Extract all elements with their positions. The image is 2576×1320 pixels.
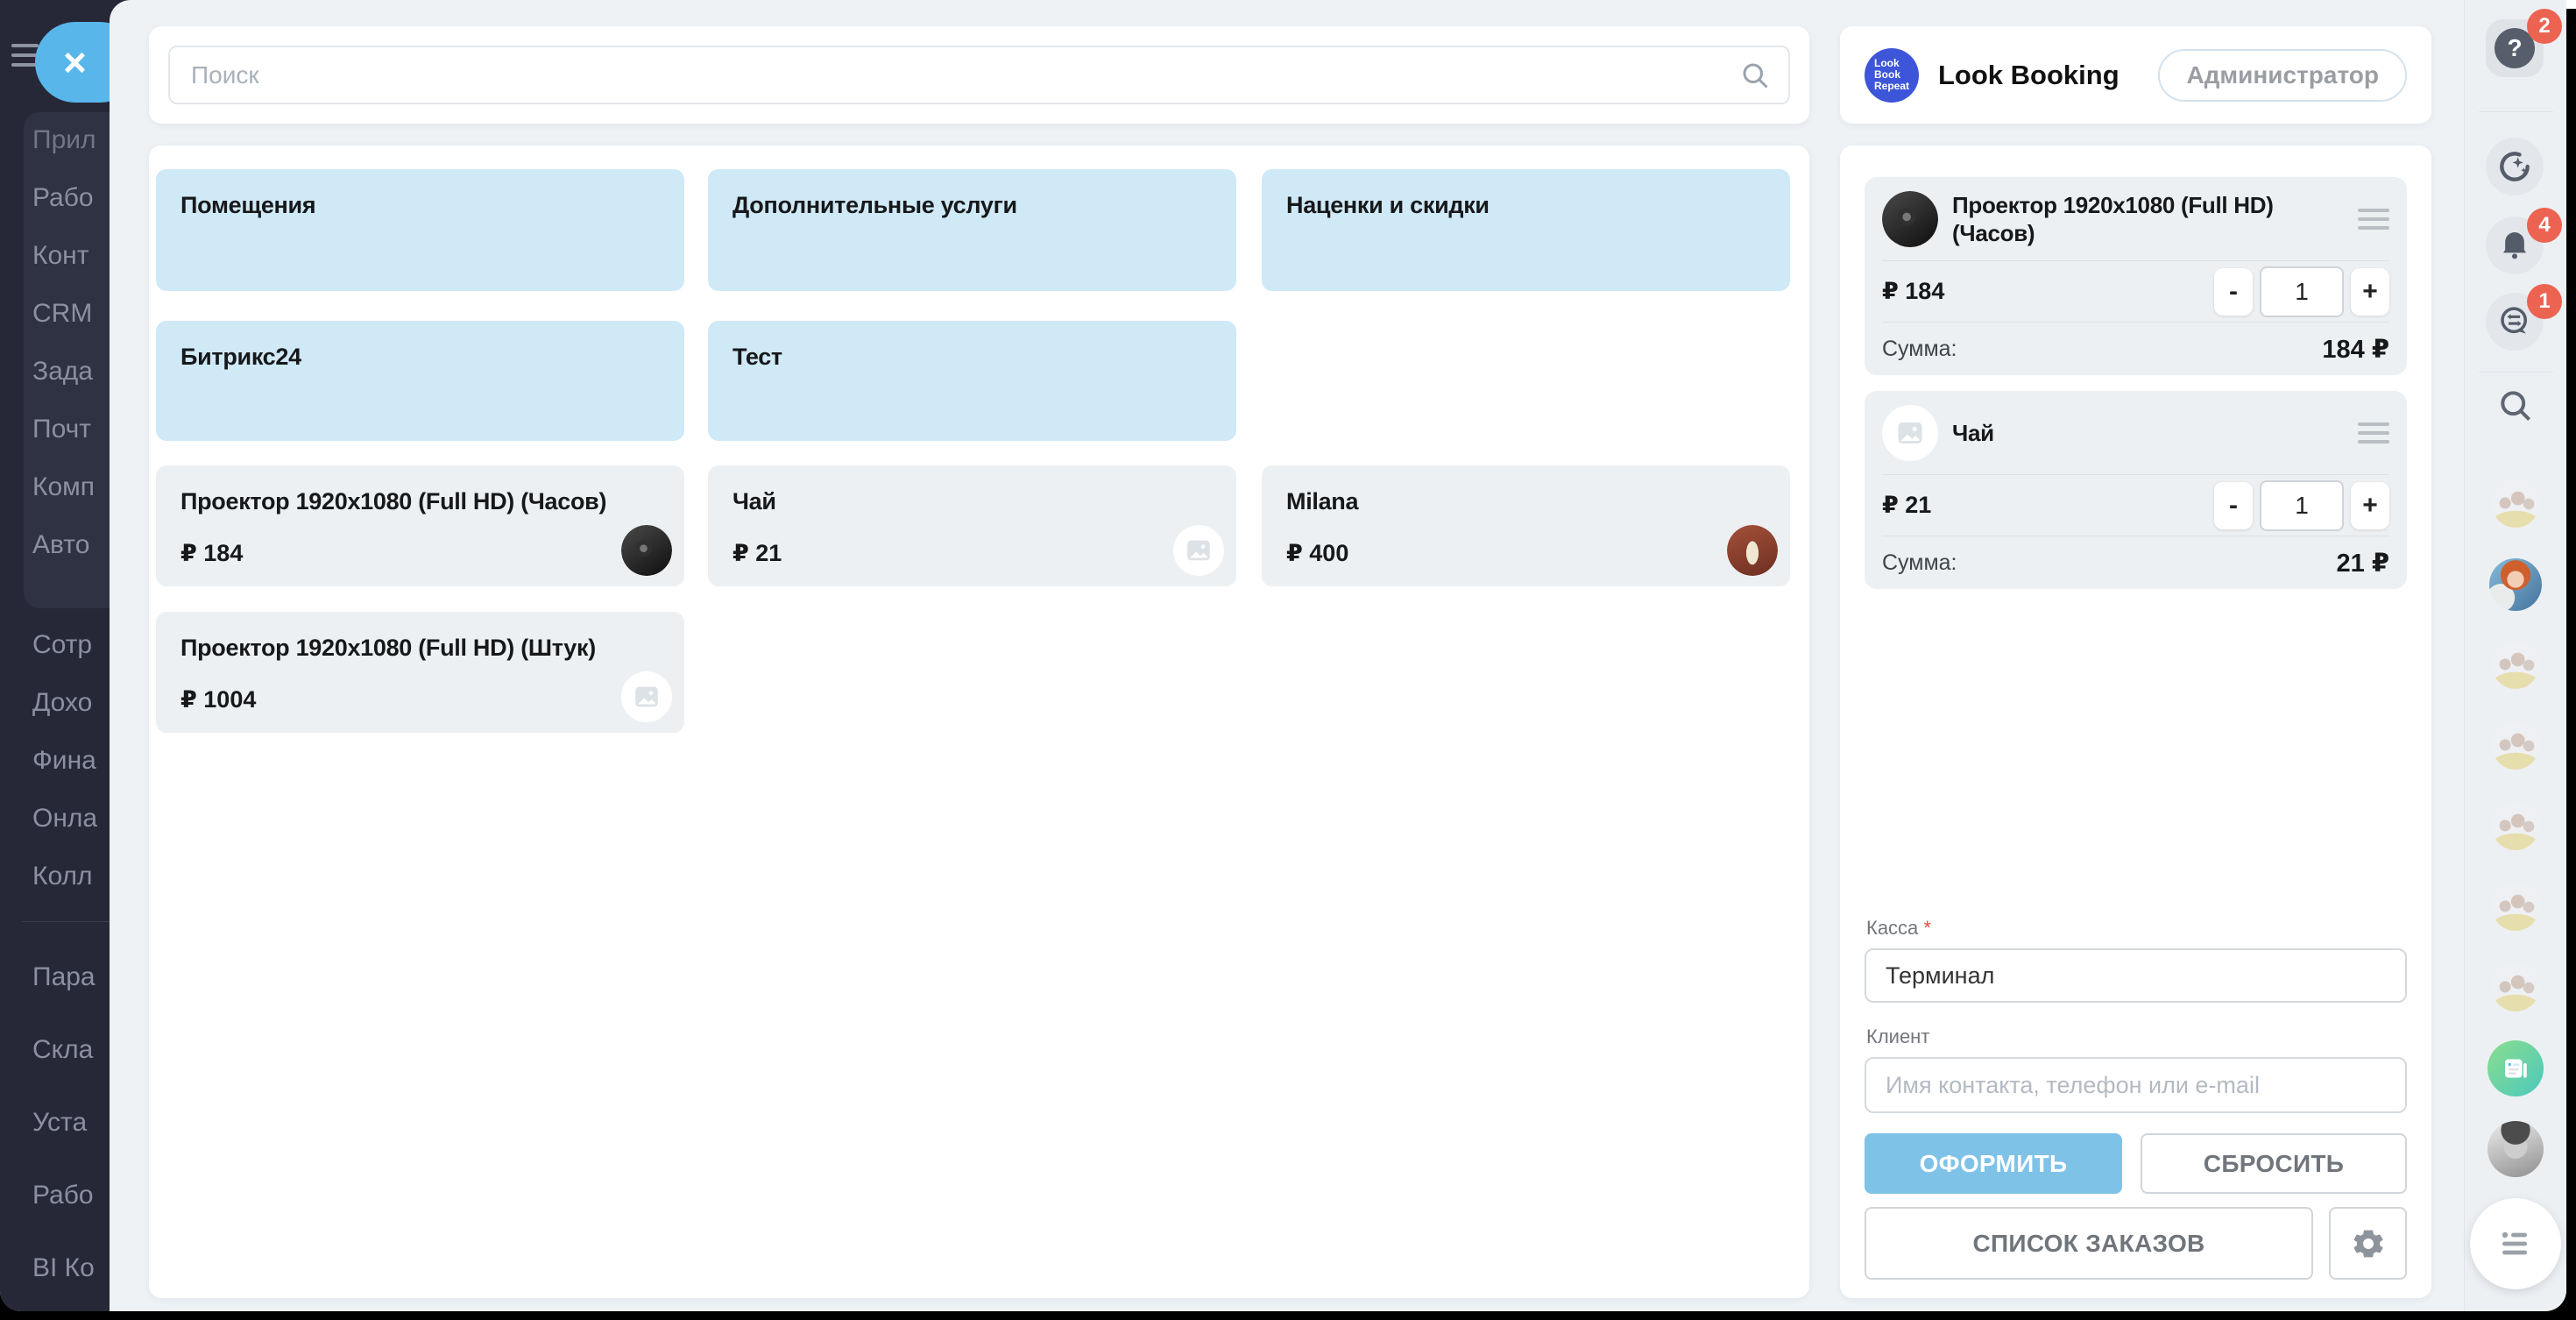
orders-list-button[interactable]: СПИСОК ЗАКАЗОВ xyxy=(1865,1207,2313,1280)
product-price: ₽ 400 xyxy=(1286,540,1348,567)
gear-icon xyxy=(2350,1225,2387,1262)
minus-button[interactable]: - xyxy=(2214,268,2253,316)
bottle-photo xyxy=(1727,525,1778,576)
product-photo xyxy=(1727,525,1778,576)
app-header-card: Look Book Repeat Look Booking Администра… xyxy=(1840,26,2431,124)
news-icon xyxy=(2500,1053,2531,1084)
image-placeholder-icon xyxy=(1173,525,1224,576)
product-title: Milana xyxy=(1286,488,1766,515)
sum-label: Сумма: xyxy=(1882,550,2337,576)
user-avatar[interactable] xyxy=(2492,722,2539,770)
category-title: Битрикс24 xyxy=(180,344,660,371)
image-placeholder-icon xyxy=(621,671,672,722)
user-avatar[interactable] xyxy=(2488,1121,2544,1177)
app-title: Look Booking xyxy=(1938,60,2158,91)
drag-handle-icon[interactable] xyxy=(2358,209,2389,230)
chat-sync-icon xyxy=(2496,303,2533,340)
rail-divider xyxy=(2479,111,2553,112)
cart-item: Чай ₽ 21 - + Сумма: 21 ₽ xyxy=(1865,391,2407,589)
quantity-input[interactable] xyxy=(2260,480,2344,531)
user-avatar[interactable] xyxy=(2492,480,2539,528)
category-title: Наценки и скидки xyxy=(1286,192,1766,219)
product-title: Проектор 1920x1080 (Full HD) (Штук) xyxy=(180,635,660,662)
look-booking-logo: Look Book Repeat xyxy=(1865,48,1919,103)
help-badge: 2 xyxy=(2527,9,2562,44)
cart-item: Проектор 1920x1080 (Full HD) (Часов) ₽ 1… xyxy=(1865,177,2407,375)
client-label: Клиент xyxy=(1866,1025,1929,1048)
quick-menu-button[interactable] xyxy=(2470,1198,2561,1289)
image-placeholder-icon xyxy=(1882,405,1938,461)
category-title: Помещения xyxy=(180,192,660,219)
kassa-input[interactable] xyxy=(1865,948,2407,1003)
category-title: Тест xyxy=(732,344,1212,371)
reset-button[interactable]: СБРОСИТЬ xyxy=(2141,1133,2407,1194)
minus-button[interactable]: - xyxy=(2214,482,2253,529)
quantity-stepper: - + xyxy=(2214,266,2389,317)
catalog-card: Помещения Дополнительные услуги Наценки … xyxy=(149,145,1809,1298)
category-tile[interactable]: Битрикс24 xyxy=(156,321,684,441)
cart-item-title: Чай xyxy=(1952,419,2358,447)
product-price: ₽ 1004 xyxy=(180,686,256,713)
product-title: Проектор 1920x1080 (Full HD) (Часов) xyxy=(180,488,660,515)
projector-photo xyxy=(1882,191,1938,247)
product-price: ₽ 184 xyxy=(180,540,243,567)
cart-item-price: ₽ 21 xyxy=(1882,492,2214,519)
category-tile[interactable]: Тест xyxy=(708,321,1236,441)
category-tile[interactable]: Помещения xyxy=(156,169,684,291)
sum-value: 21 ₽ xyxy=(2337,548,2390,578)
user-avatar[interactable] xyxy=(2492,964,2539,1011)
product-tile[interactable]: Проектор 1920x1080 (Full HD) (Часов) ₽ 1… xyxy=(156,465,684,586)
search-icon xyxy=(1739,60,1771,91)
drag-handle-icon[interactable] xyxy=(2358,422,2389,444)
kassa-label: Касса * xyxy=(1866,917,1931,940)
cart-item-image xyxy=(1882,191,1938,247)
category-tile[interactable]: Наценки и скидки xyxy=(1262,169,1790,291)
user-avatar[interactable] xyxy=(2492,803,2539,850)
cart-item-price: ₽ 184 xyxy=(1882,278,2214,305)
news-feed-button[interactable] xyxy=(2488,1040,2544,1096)
user-avatar[interactable] xyxy=(2489,558,2542,611)
logo-line: Repeat xyxy=(1874,81,1909,92)
copilot-icon xyxy=(2495,147,2534,186)
rail-divider xyxy=(2479,372,2553,373)
plus-button[interactable]: + xyxy=(2351,482,2389,529)
quantity-input[interactable] xyxy=(2260,266,2344,317)
search-input[interactable] xyxy=(168,46,1790,104)
order-card: Проектор 1920x1080 (Full HD) (Часов) ₽ 1… xyxy=(1840,145,2431,1298)
bitrix-right-rail: ? 2 4 xyxy=(2464,0,2566,1311)
category-tile[interactable]: Дополнительные услуги xyxy=(708,169,1236,291)
sidebar-divider xyxy=(22,921,118,922)
product-photo xyxy=(621,525,672,576)
list-icon xyxy=(2495,1223,2537,1265)
quantity-stepper: - + xyxy=(2214,480,2389,531)
sum-label: Сумма: xyxy=(1882,337,2322,362)
checkout-button[interactable]: ОФОРМИТЬ xyxy=(1865,1133,2122,1194)
product-tile[interactable]: Milana ₽ 400 xyxy=(1262,465,1790,586)
app-screen: Прил Рабо Конт CRM Зада Почт Комп Авто С… xyxy=(0,0,2566,1311)
category-title: Дополнительные услуги xyxy=(732,192,1212,219)
plus-button[interactable]: + xyxy=(2351,268,2389,316)
notifications-badge: 4 xyxy=(2527,208,2562,243)
product-price: ₽ 21 xyxy=(732,540,782,567)
projector-photo xyxy=(621,525,672,576)
role-badge[interactable]: Администратор xyxy=(2158,49,2407,102)
cart-item-title: Проектор 1920x1080 (Full HD) (Часов) xyxy=(1952,191,2358,247)
sum-value: 184 ₽ xyxy=(2322,334,2389,365)
rail-search-icon[interactable] xyxy=(2496,387,2535,425)
product-tile[interactable]: Чай ₽ 21 xyxy=(708,465,1236,586)
copilot-button[interactable] xyxy=(2486,138,2544,195)
user-avatar[interactable] xyxy=(2492,884,2539,931)
bell-icon xyxy=(2497,228,2532,263)
close-icon: × xyxy=(63,42,87,82)
user-avatar[interactable] xyxy=(2492,642,2539,689)
search-card xyxy=(149,26,1809,124)
chat-badge: 1 xyxy=(2527,284,2562,319)
product-tile[interactable]: Проектор 1920x1080 (Full HD) (Штук) ₽ 10… xyxy=(156,612,684,733)
window-edge xyxy=(2566,0,2576,9)
client-input[interactable] xyxy=(1865,1057,2407,1113)
settings-button[interactable] xyxy=(2329,1207,2407,1280)
product-title: Чай xyxy=(732,488,1212,515)
required-asterisk: * xyxy=(1923,917,1931,939)
